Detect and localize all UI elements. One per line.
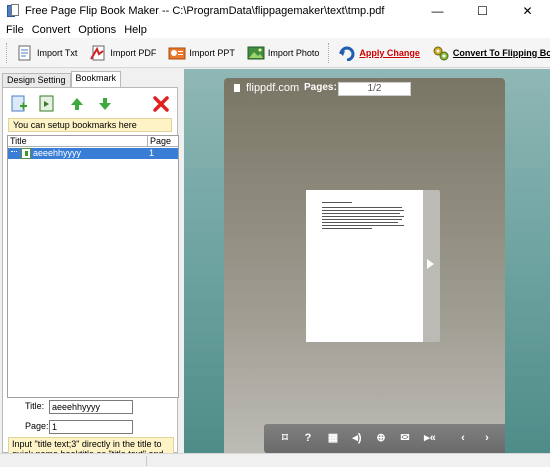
menu-help[interactable]: Help xyxy=(122,24,153,36)
menu-bar: File Convert Options Help xyxy=(0,22,550,38)
bookmark-hint: You can setup bookmarks here xyxy=(8,118,172,132)
tree-expander xyxy=(11,151,17,152)
maximize-button[interactable]: ☐ xyxy=(460,0,505,22)
preview-area: flippdf.com Pages: 1/2 ⌑ ? ▦ ◂) ⊕ ✉ ▸« ‹ xyxy=(184,69,550,467)
import-ppt-label: Import PPT xyxy=(189,47,235,58)
minimize-button[interactable]: — xyxy=(415,0,460,22)
thumbnails-icon[interactable]: ▦ xyxy=(326,431,340,445)
close-button[interactable]: ✕ xyxy=(505,0,550,22)
book-icon xyxy=(234,84,240,92)
import-photo-icon xyxy=(247,45,265,61)
bookmark-toolbar xyxy=(7,92,173,116)
fit-icon[interactable]: ⌑ xyxy=(278,431,292,445)
column-page[interactable]: Page xyxy=(147,136,171,147)
apply-change-button[interactable]: Apply Change xyxy=(333,41,425,65)
viewer-controls: ⌑ ? ▦ ◂) ⊕ ✉ ▸« ‹ › » xyxy=(264,424,505,453)
title-label: Title: xyxy=(25,401,45,411)
convert-label: Convert To Flipping Book xyxy=(452,47,550,58)
pages-indicator[interactable]: 1/2 xyxy=(338,82,411,96)
gears-icon xyxy=(432,45,450,61)
menu-options[interactable]: Options xyxy=(76,24,122,36)
import-pdf-button[interactable]: Import PDF xyxy=(84,41,161,65)
row-title: aeeehhyyyy xyxy=(33,148,82,158)
title-bar: Free Page Flip Book Maker -- C:\ProgramD… xyxy=(0,0,550,22)
next-page-arrow-icon[interactable] xyxy=(427,259,434,269)
apply-change-label: Apply Change xyxy=(359,47,420,58)
title-input[interactable]: aeeehhyyyy xyxy=(49,400,133,414)
add-bookmark-icon[interactable] xyxy=(9,94,29,114)
import-txt-button[interactable]: Import Txt xyxy=(11,41,82,65)
toolbar-separator xyxy=(328,42,330,63)
sound-icon[interactable]: ◂) xyxy=(350,431,364,445)
import-photo-button[interactable]: Import Photo xyxy=(242,41,325,65)
tree-header: Title Page xyxy=(8,136,178,147)
add-sub-bookmark-icon[interactable] xyxy=(37,94,57,114)
menu-convert[interactable]: Convert xyxy=(30,24,77,36)
brand-text: flippdf.com xyxy=(246,82,300,94)
first-page-icon[interactable]: ▸« xyxy=(420,431,440,445)
column-title[interactable]: Title xyxy=(10,136,27,146)
page-label: Page: xyxy=(25,421,49,431)
next-page-icon[interactable]: › xyxy=(480,431,494,445)
prev-page-icon[interactable]: ‹ xyxy=(456,431,470,445)
status-bar xyxy=(0,453,550,467)
pages-label: Pages: xyxy=(304,82,337,93)
status-separator xyxy=(146,456,147,466)
import-txt-label: Import Txt xyxy=(37,47,78,58)
import-pdf-label: Import PDF xyxy=(110,47,157,58)
menu-file[interactable]: File xyxy=(4,24,30,36)
import-ppt-icon xyxy=(168,45,186,61)
row-page: 1 xyxy=(149,148,155,158)
refresh-icon xyxy=(338,45,356,61)
import-photo-label: Import Photo xyxy=(267,47,320,58)
email-icon[interactable]: ✉ xyxy=(398,431,412,445)
window-title: Free Page Flip Book Maker -- C:\ProgramD… xyxy=(25,5,385,17)
app-icon xyxy=(7,4,19,18)
bookmark-node-icon xyxy=(21,148,31,159)
bookmark-tab-page: You can setup bookmarks here Title Page … xyxy=(2,87,179,467)
delete-icon[interactable] xyxy=(151,94,171,114)
panel-tabs: Design Setting Bookmark xyxy=(2,71,122,88)
book-page[interactable] xyxy=(306,190,423,342)
convert-button[interactable]: Convert To Flipping Book xyxy=(427,41,550,65)
tree-row[interactable]: aeeehhyyyy 1 xyxy=(8,148,178,159)
bookmark-tree: Title Page aeeehhyyyy 1 xyxy=(7,135,179,398)
import-txt-icon xyxy=(16,45,34,61)
move-down-icon[interactable] xyxy=(95,94,115,114)
viewer-topbar: flippdf.com Pages: 1/2 xyxy=(224,78,505,100)
toolbar-grip xyxy=(6,42,7,63)
flipbook-viewer: flippdf.com Pages: 1/2 ⌑ ? ▦ ◂) ⊕ ✉ ▸« ‹ xyxy=(224,78,505,467)
page-input[interactable]: 1 xyxy=(49,420,133,434)
import-pdf-icon xyxy=(89,45,107,61)
tab-bookmark[interactable]: Bookmark xyxy=(70,71,122,88)
tab-design-setting[interactable]: Design Setting xyxy=(2,73,71,88)
toolbar: Import Txt Import PDF Import PPT Import … xyxy=(0,38,550,68)
help-icon[interactable]: ? xyxy=(301,431,315,445)
left-panel: Design Setting Bookmark You can setup bo… xyxy=(0,69,180,467)
import-ppt-button[interactable]: Import PPT xyxy=(163,41,240,65)
move-up-icon[interactable] xyxy=(67,94,87,114)
zoom-icon[interactable]: ⊕ xyxy=(374,431,388,445)
